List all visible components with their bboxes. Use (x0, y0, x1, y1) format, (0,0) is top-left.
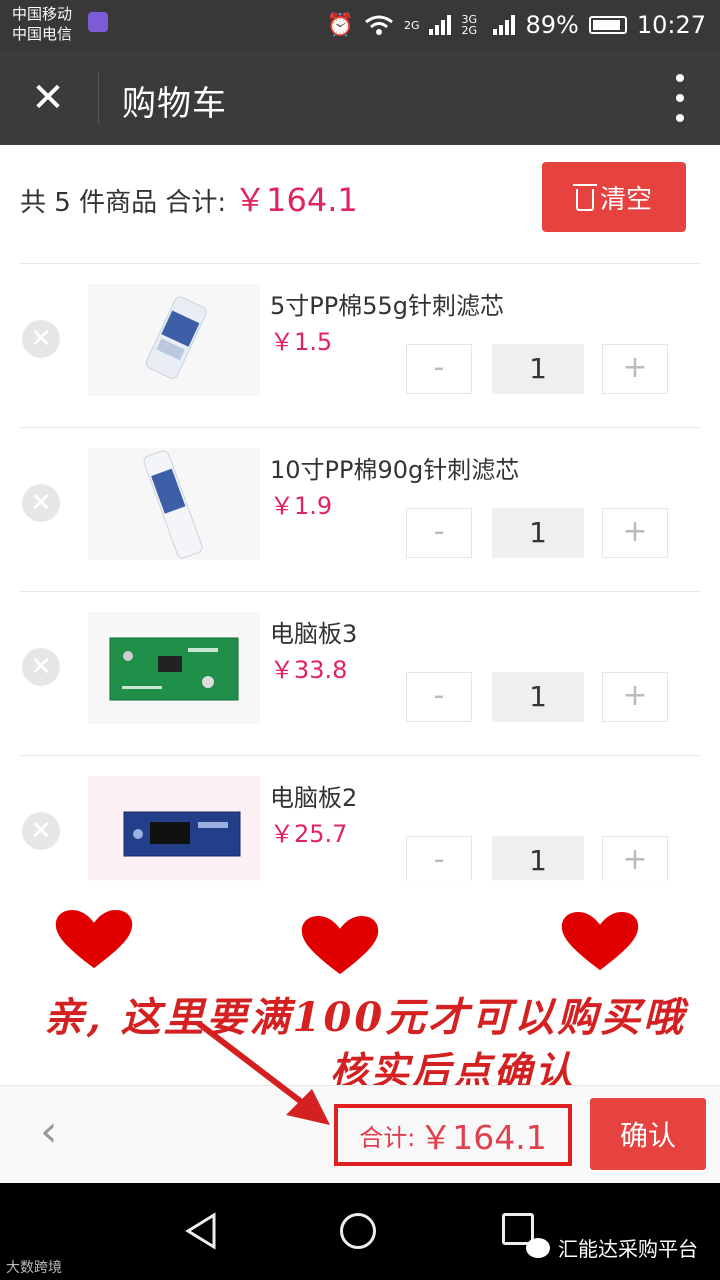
item-name: 电脑板2 (270, 784, 358, 812)
item-name: 电脑板3 (270, 620, 358, 648)
decrease-qty-button[interactable]: - (406, 836, 472, 886)
gallery-notification-icon (88, 12, 108, 32)
product-image (88, 776, 260, 888)
alarm-icon: ⏰ (326, 12, 354, 38)
increase-qty-button[interactable]: + (602, 508, 668, 558)
battery-icon (588, 16, 627, 34)
increase-qty-button[interactable]: + (602, 672, 668, 722)
remove-item-icon[interactable]: ✕ (22, 484, 60, 522)
quantity-value[interactable]: 1 (492, 344, 584, 394)
summary-text: 共 5 件商品 合计: ￥164.1 (20, 175, 358, 221)
heart-icon (55, 910, 133, 969)
cart-summary: 共 5 件商品 合计: ￥164.1 清空 (0, 145, 720, 263)
more-vertical-icon[interactable] (674, 74, 686, 122)
close-icon[interactable]: ✕ (28, 78, 68, 118)
product-image (88, 448, 260, 560)
product-image (88, 612, 260, 724)
summary-prefix: 共 5 件商品 合计: (20, 188, 227, 218)
clock: 10:27 (636, 11, 706, 39)
increase-qty-button[interactable]: + (602, 344, 668, 394)
wechat-icon (526, 1237, 550, 1258)
back-chevron-icon[interactable]: ‹ (40, 1106, 58, 1157)
watermark-left: 大数跨境 (6, 1260, 62, 1276)
item-name: 5寸PP棉55g针刺滤芯 (270, 292, 504, 320)
trash-icon (572, 184, 597, 211)
battery-percent: 89% (525, 11, 579, 39)
remove-item-icon[interactable]: ✕ (22, 320, 60, 358)
nav-home-icon[interactable] (340, 1213, 376, 1249)
watermark-right-text: 汇能达采购平台 (558, 1237, 698, 1261)
carrier-info: 中国移动 中国电信 (12, 4, 72, 44)
decrease-qty-button[interactable]: - (406, 344, 472, 394)
signal-icon (429, 15, 452, 35)
cart-item: ✕ 10寸PP棉90g针刺滤芯 ￥1.9 - 1 + (20, 427, 700, 591)
heart-icon (301, 916, 379, 975)
decrease-qty-button[interactable]: - (406, 508, 472, 558)
wifi-icon (365, 15, 393, 35)
checkout-bar: ‹ 合计: ￥164.1 确认 (0, 1085, 720, 1184)
item-name: 10寸PP棉90g针刺滤芯 (270, 456, 520, 484)
cart-item: ✕ 5寸PP棉55g针刺滤芯 ￥1.5 - 1 + (20, 263, 700, 427)
network-type-2: 3G 2G (461, 13, 478, 37)
carrier-2: 中国电信 (12, 25, 73, 43)
item-price: ￥33.8 (270, 656, 348, 684)
status-bar: 中国移动 中国电信 ⏰ 2G 3G 2G 89% 10:27 (0, 0, 720, 50)
item-price: ￥1.5 (270, 328, 333, 356)
clear-label: 清空 (599, 184, 652, 215)
checkout-total: 合计: ￥164.1 (334, 1104, 572, 1166)
total-label: 合计: (359, 1123, 416, 1152)
heart-icon (561, 912, 639, 971)
remove-item-icon[interactable]: ✕ (22, 648, 60, 686)
network-type-1: 2G (403, 18, 420, 32)
quantity-value[interactable]: 1 (492, 836, 584, 886)
annotation-line-1: 亲, 这里要满100元才可以购买哦 (43, 994, 687, 1041)
summary-total: ￥164.1 (234, 181, 358, 219)
arrow-icon (196, 1020, 330, 1125)
page-title: 购物车 (122, 84, 227, 124)
item-price: ￥1.9 (270, 492, 333, 520)
quantity-value[interactable]: 1 (492, 672, 584, 722)
product-image (88, 284, 260, 396)
remove-item-icon[interactable]: ✕ (22, 812, 60, 850)
decrease-qty-button[interactable]: - (406, 672, 472, 722)
watermark-right: 汇能达采购平台 (526, 1233, 698, 1262)
quantity-value[interactable]: 1 (492, 508, 584, 558)
nav-back-icon[interactable] (180, 1209, 224, 1253)
carrier-1: 中国移动 (12, 5, 73, 23)
confirm-button[interactable]: 确认 (590, 1098, 706, 1170)
system-nav-bar: 大数跨境 汇能达采购平台 (0, 1183, 720, 1280)
increase-qty-button[interactable]: + (602, 836, 668, 886)
clear-cart-button[interactable]: 清空 (542, 162, 686, 232)
status-icons: ⏰ 2G 3G 2G 89% 10:27 (327, 8, 706, 42)
cart-item: ✕ 电脑板3 ￥33.8 - 1 + (20, 591, 700, 755)
item-price: ￥25.7 (270, 820, 348, 848)
app-header: ✕ 购物车 (0, 50, 720, 145)
total-amount: ￥164.1 (419, 1118, 547, 1157)
signal-icon-2 (493, 15, 516, 35)
header-divider (98, 72, 99, 124)
